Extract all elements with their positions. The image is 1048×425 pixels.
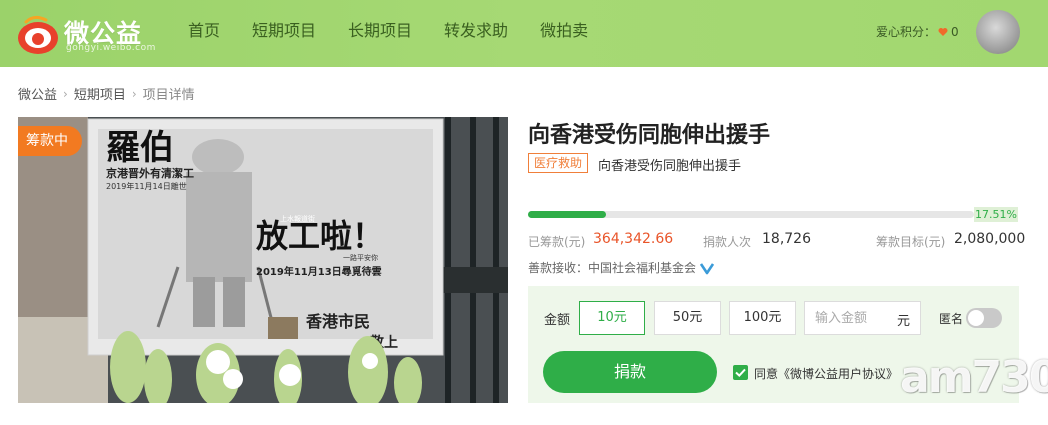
nav-long-term[interactable]: 长期项目 bbox=[332, 0, 428, 67]
anonymous-toggle[interactable] bbox=[966, 308, 1002, 328]
love-score-value: 0 bbox=[951, 24, 959, 39]
donors-value: 18,726 bbox=[762, 231, 811, 247]
heart-icon bbox=[938, 27, 948, 36]
sign-text-line2: 京港晋外有清潔工 bbox=[106, 166, 194, 180]
anonymous-label: 匿名 bbox=[939, 312, 964, 326]
user-avatar[interactable] bbox=[976, 10, 1020, 54]
toggle-knob bbox=[968, 310, 984, 326]
custom-amount-field: 元 bbox=[804, 301, 921, 335]
sign-text-line5: 香港市民 bbox=[305, 312, 370, 331]
love-score[interactable]: 爱心积分： 0 bbox=[876, 23, 959, 40]
fund-receiver-text: 善款接收：中国社会福利基金会 bbox=[528, 261, 697, 275]
custom-amount-input[interactable] bbox=[805, 302, 891, 334]
nav-forward-help[interactable]: 转发求助 bbox=[428, 0, 524, 67]
am730-watermark: am730 bbox=[900, 352, 1048, 403]
project-subtitle: 向香港受伤同胞伸出援手 bbox=[598, 159, 742, 174]
nav-short-term[interactable]: 短期项目 bbox=[236, 0, 332, 67]
category-tag: 医疗救助 bbox=[528, 153, 589, 173]
love-score-label: 爱心积分： bbox=[876, 25, 937, 39]
raised-label: 已筹款(元) bbox=[528, 235, 586, 249]
sign-text-name: 羅伯 bbox=[106, 128, 174, 168]
sign-text-big: 放工啦！ bbox=[256, 217, 384, 255]
sign-text-small2: 一路平安你 bbox=[343, 253, 378, 262]
amount-option-10[interactable]: 10元 bbox=[579, 301, 645, 335]
agreement-link[interactable]: 同意《微博公益用户协议》 bbox=[754, 367, 898, 381]
amount-option-100[interactable]: 100元 bbox=[729, 301, 796, 335]
fund-receiver: 善款接收：中国社会福利基金会 bbox=[528, 259, 715, 276]
progress-bar bbox=[528, 211, 974, 218]
sign-text-line4: 2019年11月13日尋覓待雲 bbox=[256, 265, 382, 278]
breadcrumb-current: 项目详情 bbox=[142, 88, 195, 103]
logo-subtext: gongyi.weibo.com bbox=[66, 43, 156, 53]
main-nav: 首页 短期项目 长期项目 转发求助 微拍卖 bbox=[172, 0, 604, 67]
nav-home[interactable]: 首页 bbox=[172, 0, 236, 67]
breadcrumb: 微公益 › 短期项目 › 项目详情 bbox=[18, 84, 195, 104]
check-icon bbox=[735, 368, 746, 378]
breadcrumb-home[interactable]: 微公益 bbox=[18, 84, 57, 103]
weibo-gongyi-logo[interactable]: 微公益 gongyi.weibo.com bbox=[16, 10, 155, 56]
amount-label: 金额 bbox=[544, 313, 571, 328]
top-header: 微公益 gongyi.weibo.com 首页 短期项目 长期项目 转发求助 微… bbox=[0, 0, 1048, 67]
amount-option-50[interactable]: 50元 bbox=[654, 301, 721, 335]
raised-value: 364,342.66 bbox=[593, 231, 674, 247]
target-label: 筹款目标(元) bbox=[876, 235, 946, 249]
chevron-right-icon: › bbox=[131, 86, 137, 101]
project-photo-image: 羅伯 京港晋外有清潔工 2019年11月14日離世 上水報道街 放工啦！ 一路平… bbox=[18, 117, 508, 403]
project-photo: 羅伯 京港晋外有清潔工 2019年11月14日離世 上水報道街 放工啦！ 一路平… bbox=[18, 117, 508, 403]
project-title: 向香港受伤同胞伸出援手 bbox=[528, 123, 771, 148]
target-value: 2,080,000 bbox=[954, 231, 1026, 247]
agreement-text: 同意《微博公益用户协议》 bbox=[754, 365, 898, 382]
breadcrumb-section[interactable]: 短期项目 bbox=[74, 84, 126, 103]
custom-amount-unit: 元 bbox=[896, 314, 910, 329]
fundraising-status-badge: 筹款中 bbox=[18, 126, 82, 156]
progress-percent: 17.51% bbox=[974, 207, 1018, 222]
logo-icon bbox=[18, 15, 58, 54]
agree-checkbox[interactable] bbox=[733, 365, 748, 380]
sign-text-line3: 2019年11月14日離世 bbox=[106, 181, 187, 191]
progress-bar-fill bbox=[528, 211, 607, 218]
verified-v-icon bbox=[700, 262, 715, 274]
donate-button[interactable]: 捐款 bbox=[543, 351, 717, 393]
donors-label: 捐款人次 bbox=[703, 235, 752, 249]
chevron-right-icon: › bbox=[63, 86, 68, 101]
nav-auction[interactable]: 微拍卖 bbox=[524, 0, 604, 67]
